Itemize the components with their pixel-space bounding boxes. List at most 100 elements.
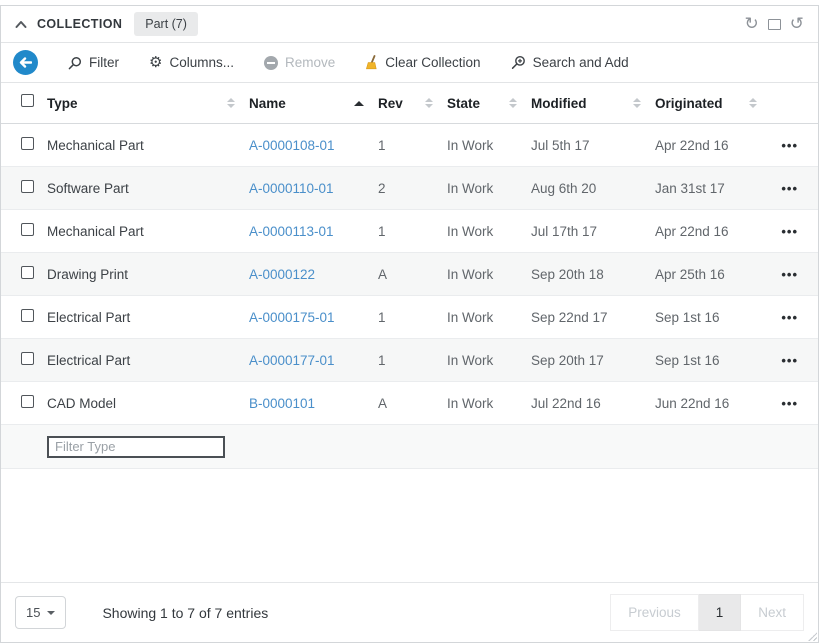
maximize-icon[interactable] — [768, 19, 781, 30]
row-checkbox[interactable] — [21, 223, 34, 236]
sort-icon — [509, 98, 517, 108]
collection-tab-part[interactable]: Part (7) — [134, 12, 198, 36]
part-number-link[interactable]: A-0000108-01 — [249, 138, 335, 153]
clear-collection-button[interactable]: Clear Collection — [365, 55, 480, 70]
column-label: State — [447, 96, 480, 111]
row-checkbox[interactable] — [21, 395, 34, 408]
cell-state: In Work — [447, 396, 493, 411]
row-checkbox[interactable] — [21, 137, 34, 150]
sort-icon — [749, 98, 757, 108]
cell-rev: A — [378, 267, 387, 282]
row-actions-button[interactable]: ••• — [781, 396, 798, 411]
current-page-button[interactable]: 1 — [699, 594, 742, 631]
cell-type: Mechanical Part — [47, 224, 144, 239]
cell-type: Electrical Part — [47, 310, 130, 325]
row-checkbox[interactable] — [21, 180, 34, 193]
next-page-button[interactable]: Next — [741, 594, 804, 631]
remove-button[interactable]: Remove — [264, 55, 335, 70]
type-filter-input[interactable] — [47, 436, 225, 458]
cell-originated: Sep 1st 16 — [655, 353, 720, 368]
table-footer: 15 Showing 1 to 7 of 7 entries Previous … — [1, 582, 818, 642]
cell-originated: Apr 22nd 16 — [655, 224, 729, 239]
part-number-link[interactable]: A-0000175-01 — [249, 310, 335, 325]
row-checkbox[interactable] — [21, 266, 34, 279]
cell-originated: Sep 1st 16 — [655, 310, 720, 325]
columns-button[interactable]: ⚙ Columns... — [149, 55, 234, 70]
search-and-add-button[interactable]: Search and Add — [511, 55, 629, 70]
sort-icon — [227, 98, 235, 108]
cell-type: Software Part — [47, 181, 129, 196]
cell-originated: Jan 31st 17 — [655, 181, 725, 196]
arrow-left-icon — [19, 57, 32, 68]
cell-type: Drawing Print — [47, 267, 128, 282]
part-number-link[interactable]: A-0000110-01 — [249, 181, 334, 196]
page-size-select[interactable]: 15 — [15, 596, 66, 629]
back-button[interactable] — [13, 50, 38, 75]
cell-originated: Apr 25th 16 — [655, 267, 725, 282]
row-actions-button[interactable]: ••• — [781, 310, 798, 325]
cell-rev: 1 — [378, 138, 386, 153]
column-header-originated[interactable]: Originated — [655, 96, 771, 111]
column-header-type[interactable]: Type — [47, 96, 249, 111]
pagination: Previous 1 Next — [610, 594, 804, 631]
column-label: Originated — [655, 96, 723, 111]
panel-header: COLLECTION Part (7) ↻ ↺ — [1, 6, 818, 42]
table-body: Mechanical Part A-0000108-01 1 In Work Jul 5… — [1, 124, 818, 425]
cell-modified: Sep 20th 18 — [531, 267, 604, 282]
table-row: Electrical PartA-0000177-011In WorkSep 2… — [1, 339, 818, 382]
row-checkbox[interactable] — [21, 352, 34, 365]
part-number-link[interactable]: A-0000177-01 — [249, 353, 335, 368]
column-header-name[interactable]: Name — [249, 96, 378, 111]
column-label: Modified — [531, 96, 587, 111]
row-checkbox[interactable] — [21, 309, 34, 322]
cell-state: In Work — [447, 138, 493, 153]
remove-label: Remove — [285, 55, 335, 70]
cell-state: In Work — [447, 181, 493, 196]
cell-type: CAD Model — [47, 396, 116, 411]
select-all-checkbox[interactable] — [21, 94, 34, 107]
cell-rev: 1 — [378, 310, 386, 325]
column-header-modified[interactable]: Modified — [531, 96, 655, 111]
cell-rev: 1 — [378, 224, 386, 239]
column-header-rev[interactable]: Rev — [378, 96, 447, 111]
row-actions-button[interactable]: ••• — [781, 138, 798, 153]
filter-button[interactable]: Filter — [68, 55, 119, 70]
sort-asc-icon — [354, 101, 364, 106]
row-actions-button[interactable]: ••• — [781, 181, 798, 196]
filter-label: Filter — [89, 55, 119, 70]
collapse-chevron-up-icon[interactable] — [15, 20, 27, 29]
previous-page-button[interactable]: Previous — [610, 594, 699, 631]
part-number-link[interactable]: B-0000101 — [249, 396, 315, 411]
part-number-link[interactable]: A-0000113-01 — [249, 224, 334, 239]
clear-collection-label: Clear Collection — [385, 55, 480, 70]
column-label: Name — [249, 96, 286, 111]
refresh-icon[interactable]: ↻ — [745, 16, 759, 33]
columns-label: Columns... — [169, 55, 234, 70]
cell-type: Mechanical Part — [47, 138, 144, 153]
cell-modified: Aug 6th 20 — [531, 181, 596, 196]
resize-handle[interactable] — [808, 632, 817, 641]
cell-modified: Jul 5th 17 — [531, 138, 590, 153]
row-actions-button[interactable]: ••• — [781, 267, 798, 282]
cell-state: In Work — [447, 310, 493, 325]
search-add-icon — [511, 55, 526, 70]
cell-modified: Jul 22nd 16 — [531, 396, 601, 411]
reset-icon[interactable]: ↺ — [790, 16, 804, 33]
broom-icon — [365, 55, 378, 70]
table-row: CAD ModelB-0000101AIn WorkJul 22nd 16Jun… — [1, 382, 818, 425]
table-header-row: TypeName RevState Modified Originated — [1, 83, 818, 124]
cell-modified: Sep 22nd 17 — [531, 310, 608, 325]
search-icon — [68, 56, 82, 70]
search-and-add-label: Search and Add — [533, 55, 629, 70]
row-actions-button[interactable]: ••• — [781, 224, 798, 239]
collection-table: TypeName RevState Modified Originated Mecha… — [1, 83, 818, 469]
cell-rev: 2 — [378, 181, 386, 196]
table-row: Mechanical PartA-0000113-011In WorkJul 1… — [1, 210, 818, 253]
toolbar: Filter ⚙ Columns... Remove Clear Collect… — [1, 42, 818, 83]
row-actions-button[interactable]: ••• — [781, 353, 798, 368]
panel-title: COLLECTION — [37, 17, 122, 31]
part-number-link[interactable]: A-0000122 — [249, 267, 315, 282]
cell-state: In Work — [447, 224, 493, 239]
column-header-state[interactable]: State — [447, 96, 531, 111]
table-row: Software Part A-0000110-01 2 In Work Aug 6th… — [1, 167, 818, 210]
